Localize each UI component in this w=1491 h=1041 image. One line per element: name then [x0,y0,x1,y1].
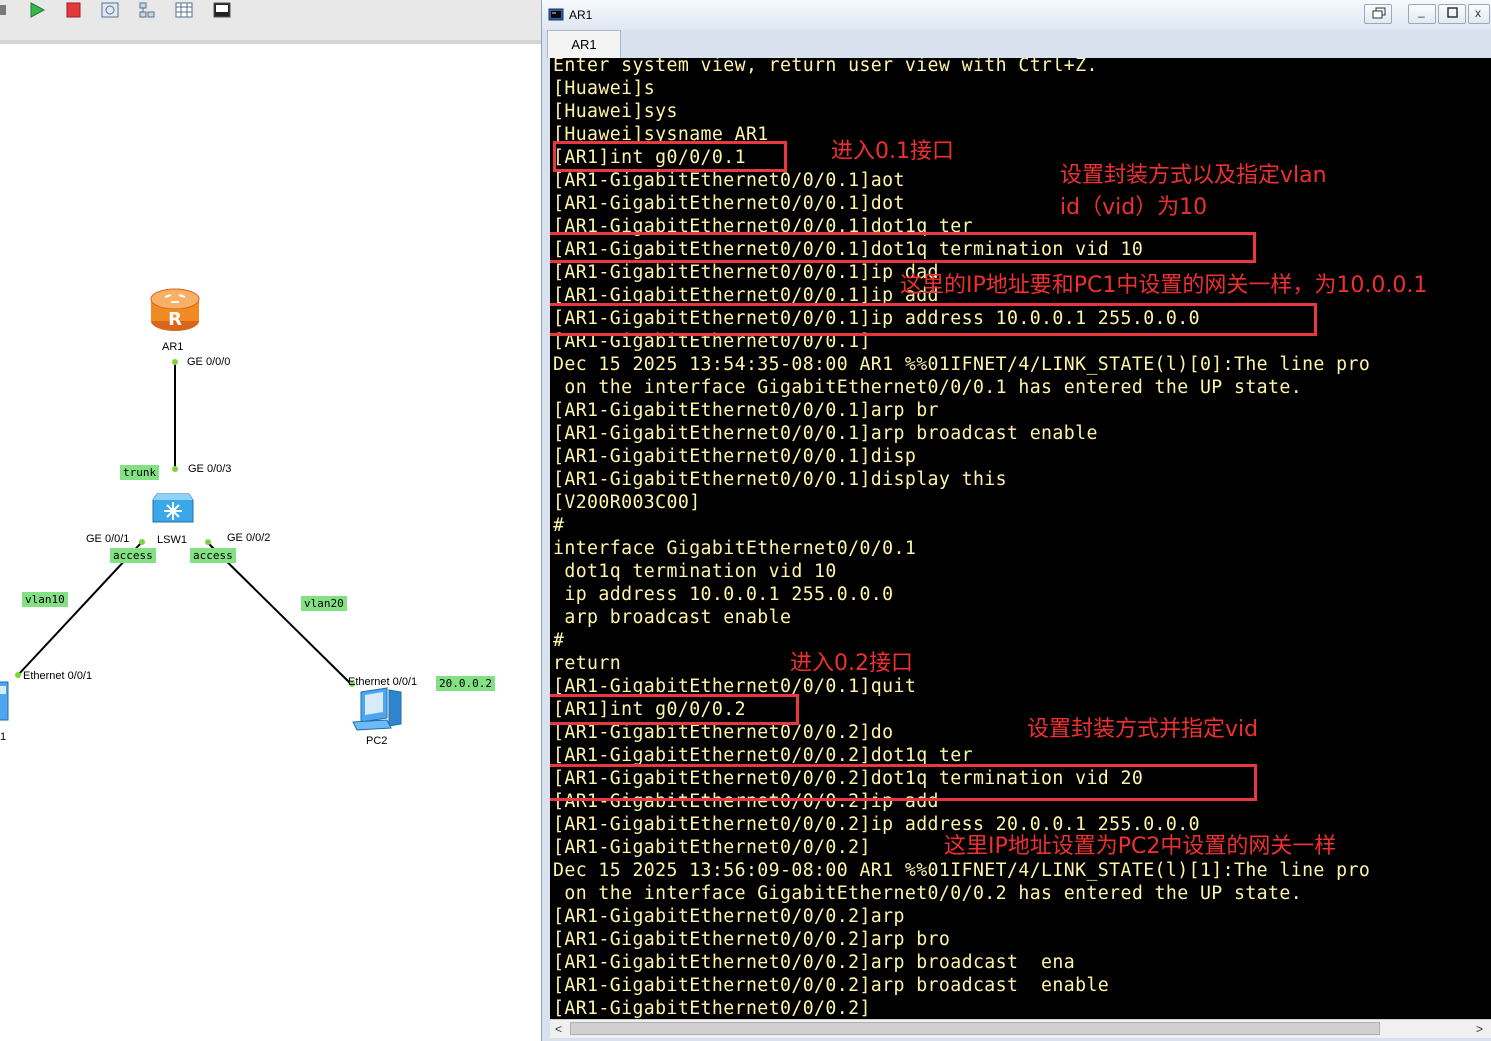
annotation-ip-gateway-pc2: 这里IP地址设置为PC2中设置的网关一样 [944,834,1337,859]
scroll-right-icon[interactable]: > [1476,1020,1483,1038]
terminal-line: [AR1-GigabitEthernet0/0/0.1]ip dad [553,262,939,283]
terminal-line: Enter system view, return user view with… [553,58,1098,76]
tab-strip: AR1 [542,30,1491,58]
toolbar [0,0,541,41]
terminal-console[interactable]: Enter system view, return user view with… [550,58,1491,1019]
terminal-line: [AR1-GigabitEthernet0/0/0.2]do [553,722,894,743]
tag-vlan20: vlan20 [301,596,347,611]
terminal-line: [AR1-GigabitEthernet0/0/0.1]dot [553,193,905,214]
terminal-line: [AR1-GigabitEthernet0/0/0.2]arp [553,906,905,927]
terminal-line: [Huawei]sys [553,101,678,122]
tag-vlan10: vlan10 [22,592,68,607]
terminal-line: [AR1-GigabitEthernet0/0/0.1]arp broadcas… [553,423,1098,444]
partial-toolbar-icon[interactable] [0,2,14,18]
annotation-encap-vid: 设置封装方式并指定vid [1027,717,1259,742]
terminal-line: [V200R003C00] [553,492,701,513]
link-lsw1-pc2 [206,541,353,686]
pc-icon[interactable] [0,680,18,726]
capture-icon[interactable] [101,2,119,18]
tab-ar1[interactable]: AR1 [547,30,621,58]
close-button[interactable]: x [1468,4,1490,24]
terminal-line: return [553,653,622,674]
terminal-line: on the interface GigabitEthernet0/0/0.1 … [564,377,1303,398]
terminal-line: dot1q termination vid 10 [564,561,837,582]
terminal-line: [AR1-GigabitEthernet0/0/0.1]display this [553,469,1007,490]
terminal-line: [AR1-GigabitEthernet0/0/0.2] [553,998,871,1019]
device-label-pc1: 1 [0,731,7,743]
highlight-box-ip10 [550,303,1317,336]
switch-icon[interactable] [151,486,195,526]
device-label-lsw1: LSW1 [157,534,187,546]
horizontal-scrollbar[interactable]: < > [550,1019,1491,1038]
annotation-encap-vlan-line1: 设置封装方式以及指定vlan [1060,163,1327,188]
highlight-box-vid10 [550,232,1256,263]
port-label-lsw1-ge001: GE 0/0/1 [86,533,130,545]
terminal-output: Enter system view, return user view with… [553,58,1370,1019]
port-label-lsw1-ge002: GE 0/0/2 [227,532,271,544]
terminal-line: [AR1-GigabitEthernet0/0/0.2]dot1q ter [553,745,973,766]
port-dot-lsw1-right [205,539,211,545]
highlight-box-int-02 [550,694,799,725]
grid-icon[interactable] [175,2,193,18]
start-icon[interactable] [28,2,46,18]
terminal-app-icon [548,7,564,23]
pc-icon[interactable] [351,686,405,732]
port-dot-lsw1-up [172,466,178,472]
svg-text:R: R [168,309,182,330]
annotation-ip-gateway-pc1: 这里的IP地址要和PC1中设置的网关一样，为10.0.0.1 [900,273,1428,298]
terminal-line: ip address 10.0.0.1 255.0.0.0 [564,584,894,605]
annotation-enter-02: 进入0.2接口 [790,651,913,676]
terminal-line: [AR1-GigabitEthernet0/0/0.1]disp [553,446,917,467]
port-dot-lsw1-left [139,539,145,545]
port-dot-pc1 [15,672,21,678]
window-titlebar[interactable]: AR1 _ x [542,0,1491,31]
minimize-icon: _ [1418,4,1425,18]
cli-window: AR1 _ x AR1 Enter system view, return us… [541,0,1491,1041]
port-label-lsw1-ge003: GE 0/0/3 [188,463,232,475]
terminal-line: [AR1-GigabitEthernet0/0/0.2]arp broadcas… [553,952,1076,973]
terminal-line: arp broadcast enable [564,607,792,628]
tag-trunk: trunk [120,465,160,480]
maximize-button[interactable] [1438,4,1466,24]
terminal-line: [Huawei]s [553,78,656,99]
port-dot-ar1 [172,359,178,365]
tag-access-right: access [190,548,236,563]
terminal-line: interface GigabitEthernet0/0/0.1 [553,538,917,559]
terminal-line: # [553,630,565,651]
tag-access-left: access [110,548,156,563]
router-icon[interactable]: R [149,287,201,333]
device-label-ar1: AR1 [162,341,184,353]
terminal-line: Dec 15 2025 13:54:35-08:00 AR1 %%01IFNET… [553,354,1371,375]
stop-icon[interactable] [64,2,82,18]
minimize-button[interactable]: _ [1408,4,1436,24]
close-icon: x [1475,6,1481,20]
scrollbar-thumb[interactable] [570,1022,1380,1035]
terminal-line: on the interface GigabitEthernet0/0/0.2 … [564,883,1303,904]
topology-links [15,359,355,687]
terminal-line: # [553,515,565,536]
device-label-pc2: PC2 [366,735,388,747]
topology-icon[interactable] [138,2,156,18]
annotation-encap-vlan-line2: id（vid）为10 [1060,195,1208,220]
port-label-pc1: Ethernet 0/0/1 [23,670,93,682]
topology-canvas: R AR1 GE 0/0/0 trunk GE 0/0/3 LSW1 GE 0/… [0,0,541,1041]
maximize-icon [1447,7,1458,21]
restore-button[interactable] [1364,4,1392,24]
terminal-line: [AR1-GigabitEthernet0/0/0.1]aot [553,170,905,191]
tag-pc2-ip: 20.0.0.2 [436,676,495,691]
port-label-ar1-ge000: GE 0/0/0 [187,356,231,368]
terminal-line: [AR1-GigabitEthernet0/0/0.1]arp br [553,400,939,421]
terminal-line: [AR1-GigabitEthernet0/0/0.2] [553,837,871,858]
annotation-enter-01: 进入0.1接口 [831,139,954,164]
highlight-box-int-01 [553,141,787,172]
window-title: AR1 [569,8,593,22]
restore-icon [1372,7,1386,23]
console-icon[interactable] [213,2,231,18]
highlight-box-vid20 [550,764,1257,801]
terminal-line: Dec 15 2025 13:56:09-08:00 AR1 %%01IFNET… [553,860,1371,881]
scroll-left-icon[interactable]: < [555,1020,562,1038]
terminal-line: [AR1-GigabitEthernet0/0/0.2]arp broadcas… [553,975,1110,996]
terminal-line: [AR1-GigabitEthernet0/0/0.2]arp bro [553,929,951,950]
